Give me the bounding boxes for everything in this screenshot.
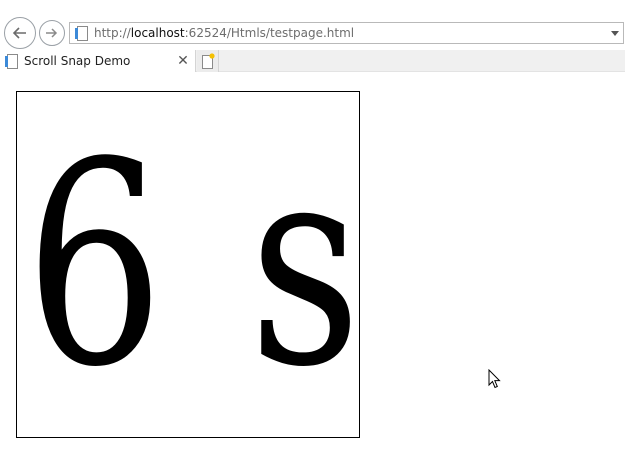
back-button[interactable] <box>4 17 36 49</box>
url-text[interactable]: http://localhost:62524/Htmls/testpage.ht… <box>94 26 609 40</box>
tab-strip: Scroll Snap Demo ✕ <box>0 50 625 72</box>
new-tab-icon <box>201 53 215 69</box>
page-icon <box>4 53 18 69</box>
close-icon[interactable]: ✕ <box>175 53 191 69</box>
forward-button[interactable] <box>39 20 65 46</box>
address-bar[interactable]: http://localhost:62524/Htmls/testpage.ht… <box>69 22 624 44</box>
page-icon <box>74 25 88 41</box>
mouse-cursor-icon <box>488 369 501 389</box>
tab-scroll-snap-demo[interactable]: Scroll Snap Demo ✕ <box>0 50 196 72</box>
scroll-snap-container[interactable]: 6 s <box>16 91 360 438</box>
snap-item-6: 6 <box>25 103 164 429</box>
forward-arrow-icon <box>46 28 58 38</box>
snap-item-s: s <box>249 103 360 429</box>
page-viewport: 6 s <box>0 72 625 450</box>
chevron-down-icon[interactable] <box>609 23 621 43</box>
tab-title: Scroll Snap Demo <box>24 54 131 68</box>
new-tab-button[interactable] <box>197 50 219 72</box>
back-arrow-icon <box>12 27 26 39</box>
browser-chrome: http://localhost:62524/Htmls/testpage.ht… <box>0 0 625 72</box>
